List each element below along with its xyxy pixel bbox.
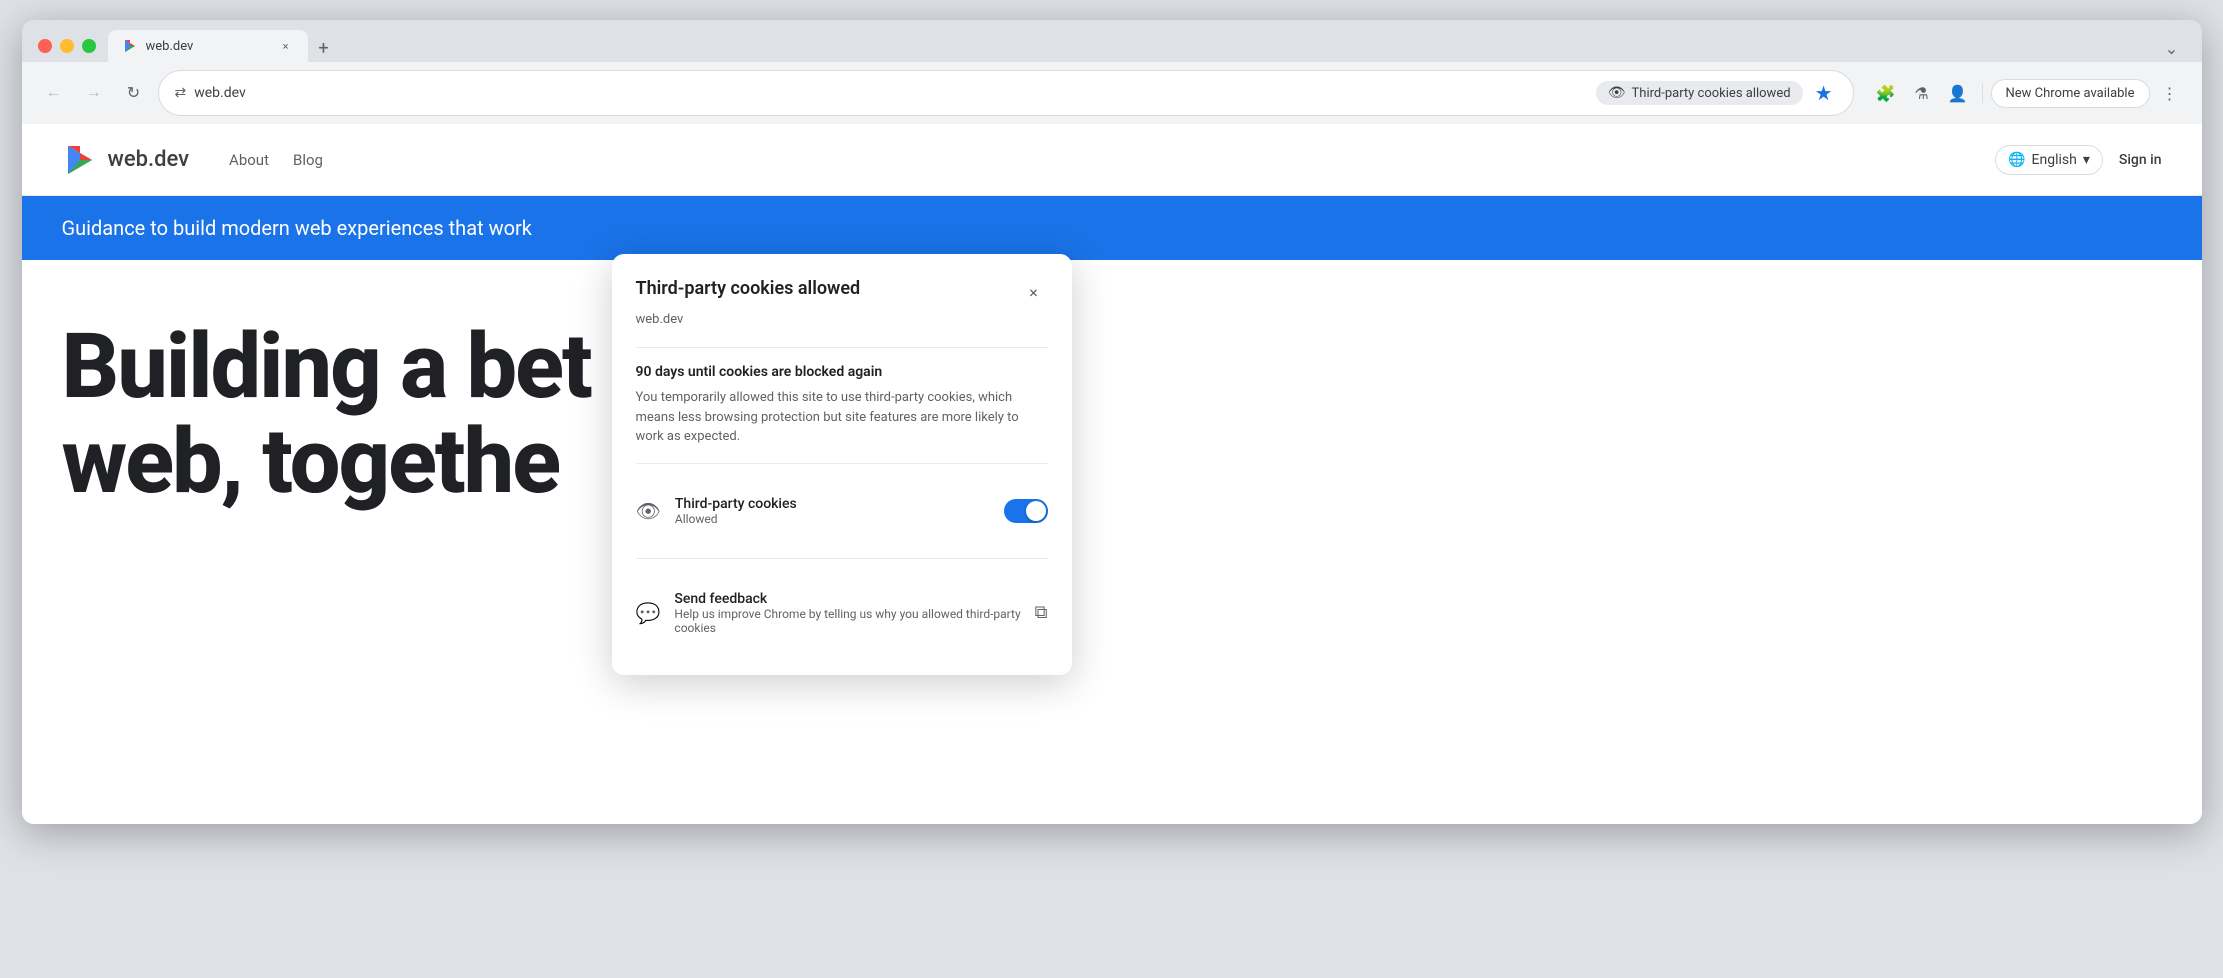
refresh-button[interactable]: ↻ — [118, 77, 150, 109]
site-logo-text: web.dev — [108, 147, 190, 172]
site-logo: web.dev — [62, 142, 190, 178]
bookmark-button[interactable]: ★ — [1811, 77, 1837, 109]
extensions-button[interactable]: 🧩 — [1870, 77, 1902, 109]
url-display: web.dev — [194, 85, 1588, 101]
feedback-sublabel: Help us improve Chrome by telling us why… — [674, 607, 1034, 635]
hero-line-2: web, togethe — [62, 415, 2162, 510]
forward-button[interactable]: → — [78, 77, 110, 109]
popup-description: You temporarily allowed this site to use… — [636, 388, 1048, 447]
title-bar: web.dev × + ⌄ — [22, 20, 2202, 62]
popup-subtitle: web.dev — [636, 312, 1048, 327]
feedback-icon: 💬 — [636, 601, 661, 625]
popup-row-text: Third-party cookies Allowed — [675, 496, 797, 526]
flask-button[interactable]: ⚗ — [1906, 77, 1938, 109]
popup-divider-3 — [636, 558, 1048, 559]
maximize-window-button[interactable] — [82, 39, 96, 53]
profile-button[interactable]: 👤 — [1942, 77, 1974, 109]
nav-blog[interactable]: Blog — [293, 151, 323, 169]
address-bar[interactable]: ⇄ web.dev 👁 Third-party cookies allowed … — [158, 70, 1854, 116]
new-chrome-button[interactable]: New Chrome available — [1991, 79, 2150, 108]
popup-header: Third-party cookies allowed × — [636, 278, 1048, 306]
banner-text: Guidance to build modern web experiences… — [62, 216, 532, 240]
popup-feedback-row[interactable]: 💬 Send feedback Help us improve Chrome b… — [636, 575, 1048, 651]
hero-title: Building a bet web, togethe — [62, 320, 2162, 509]
toolbar-actions: 🧩 ⚗ 👤 New Chrome available ⋮ — [1870, 77, 2186, 109]
toolbar-divider — [1982, 83, 1983, 103]
traffic-lights — [38, 39, 96, 53]
blue-banner: Guidance to build modern web experiences… — [22, 196, 2202, 260]
tab-favicon — [122, 38, 138, 54]
browser-window: web.dev × + ⌄ ← → ↻ ⇄ web.dev 👁 Third-pa… — [22, 20, 2202, 824]
popup-divider-2 — [636, 463, 1048, 464]
site-header-right: 🌐 English ▾ Sign in — [1995, 145, 2161, 175]
hero-section: Building a bet web, togethe — [22, 260, 2202, 509]
cookie-indicator-button[interactable]: 👁 Third-party cookies allowed — [1596, 81, 1803, 105]
signin-button[interactable]: Sign in — [2119, 152, 2162, 168]
chevron-down-icon: ▾ — [2083, 152, 2090, 168]
popup-warning-title: 90 days until cookies are blocked again — [636, 364, 1048, 380]
page-content: web.dev About Blog 🌐 English ▾ Sign in G… — [22, 124, 2202, 824]
language-label: English — [2032, 152, 2077, 168]
webdev-logo-icon — [62, 142, 98, 178]
minimize-window-button[interactable] — [60, 39, 74, 53]
cookies-eye-icon: 👁 — [636, 499, 661, 523]
popup-row-left: 👁 Third-party cookies Allowed — [636, 496, 797, 526]
active-tab[interactable]: web.dev × — [108, 30, 308, 62]
nav-about[interactable]: About — [229, 151, 269, 169]
tab-close-button[interactable]: × — [278, 38, 294, 54]
feedback-row-text: Send feedback Help us improve Chrome by … — [674, 591, 1034, 635]
new-chrome-label: New Chrome available — [2006, 86, 2135, 101]
menu-button[interactable]: ⋮ — [2154, 77, 2186, 109]
site-nav: About Blog — [229, 151, 1995, 169]
tab-bar-minimize[interactable]: ⌄ — [2158, 34, 2186, 62]
close-window-button[interactable] — [38, 39, 52, 53]
toggle-knob — [1026, 501, 1046, 521]
tab-bar: web.dev × + ⌄ — [108, 30, 2186, 62]
cookie-popup: Third-party cookies allowed × web.dev 90… — [612, 254, 1072, 675]
hero-line-1: Building a bet — [62, 320, 2162, 415]
popup-close-button[interactable]: × — [1020, 278, 1048, 306]
tab-title: web.dev — [146, 39, 270, 54]
popup-divider-1 — [636, 347, 1048, 348]
back-button[interactable]: ← — [38, 77, 70, 109]
feedback-label: Send feedback — [674, 591, 1034, 607]
cookie-indicator-label: Third-party cookies allowed — [1632, 86, 1791, 101]
cookies-row-sublabel: Allowed — [675, 512, 797, 526]
address-bar-icon: ⇄ — [175, 85, 187, 101]
toolbar: ← → ↻ ⇄ web.dev 👁 Third-party cookies al… — [22, 62, 2202, 124]
feedback-row-left: 💬 Send feedback Help us improve Chrome b… — [636, 591, 1035, 635]
popup-cookies-row: 👁 Third-party cookies Allowed — [636, 480, 1048, 542]
cookies-toggle[interactable] — [1004, 499, 1048, 523]
new-tab-button[interactable]: + — [310, 34, 338, 62]
language-button[interactable]: 🌐 English ▾ — [1995, 145, 2103, 175]
external-link-icon[interactable]: ⧉ — [1035, 602, 1048, 623]
popup-title: Third-party cookies allowed — [636, 278, 861, 299]
globe-icon: 🌐 — [2008, 152, 2025, 168]
eye-icon: 👁 — [1608, 85, 1626, 101]
site-header: web.dev About Blog 🌐 English ▾ Sign in — [22, 124, 2202, 196]
cookies-row-label: Third-party cookies — [675, 496, 797, 512]
